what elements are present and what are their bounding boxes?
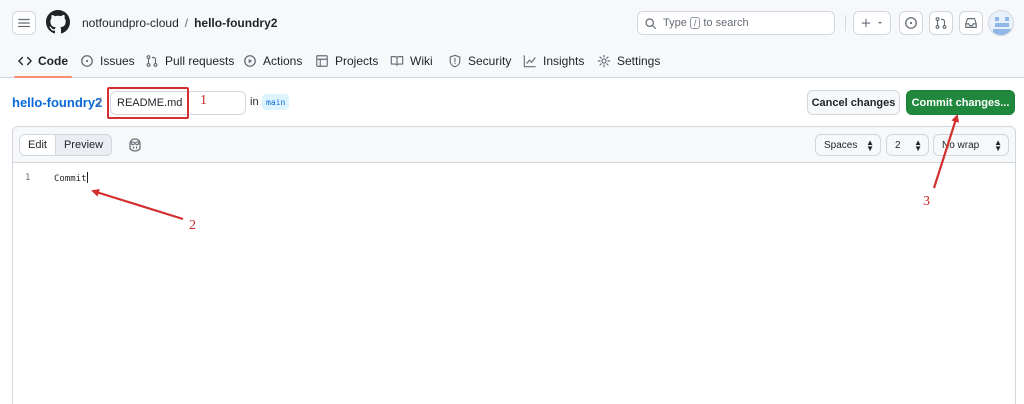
select-caret-icon: ▲ ▼ [866,138,874,153]
edit-preview-toggle: Edit Preview [19,134,113,156]
path-separator: / [98,95,102,110]
top-bar: notfoundpro-cloud / hello-foundry2 Type / … [0,0,1024,44]
code-line[interactable]: Commit [54,172,88,184]
copilot-icon[interactable] [127,137,143,153]
app-header: notfoundpro-cloud / hello-foundry2 Type / … [0,0,1024,78]
gear-icon [597,54,611,68]
search-input[interactable]: Type / to search [637,11,835,35]
tab-security-label: Security [468,54,512,68]
tab-projects[interactable]: Projects [315,44,378,78]
breadcrumb-separator: / [184,16,189,30]
chevron-down-icon [878,22,882,24]
tab-projects-label: Projects [335,54,379,68]
tab-pull-requests[interactable]: Pull requests [145,44,234,78]
plus-icon [861,18,871,28]
repo-nav-tabs: Code Issues Pull requests Actions Projec… [0,44,1024,78]
tab-settings[interactable]: Settings [597,44,660,78]
menu-button[interactable] [12,11,36,35]
indent-mode-value: Spaces [824,139,858,151]
commit-changes-button[interactable]: Commit changes... [906,90,1015,115]
branch-badge: main [262,94,290,110]
annotation-number-3: 3 [923,194,930,209]
code-line-text: Commit [54,174,87,184]
create-new-button[interactable] [853,11,891,35]
select-caret-icon: ▲ ▼ [994,138,1002,153]
user-avatar[interactable] [988,10,1014,36]
inbox-button[interactable] [959,11,983,35]
graph-icon [523,55,536,68]
cancel-changes-button[interactable]: Cancel changes [807,90,900,115]
tab-insights[interactable]: Insights [523,44,584,78]
search-icon [645,17,656,29]
issue-opened-icon [905,17,917,29]
shield-icon [449,54,461,68]
avatar-identicon-icon [989,11,1013,35]
editor-toolbar: Edit Preview Spaces ▲ ▼ 2 ▲ ▼ No wrap ▲ ▼ [13,127,1015,163]
tab-edit[interactable]: Edit [20,135,56,155]
tab-issues-label: Issues [100,54,135,68]
book-icon [390,56,404,66]
tab-preview[interactable]: Preview [56,135,111,155]
pull-request-icon [146,55,158,67]
indent-mode-select[interactable]: Spaces ▲ ▼ [815,134,881,156]
annotation-number-1: 1 [200,93,207,108]
tab-wiki[interactable]: Wiki [390,44,433,78]
tab-code-label: Code [38,54,68,68]
pull-requests-shortcut-button[interactable] [929,11,953,35]
issue-icon [81,55,93,67]
tab-actions[interactable]: Actions [243,44,302,78]
breadcrumb-owner[interactable]: notfoundpro-cloud [82,16,179,30]
annotation-highlight-box [107,87,189,119]
wrap-mode-select[interactable]: No wrap ▲ ▼ [933,134,1009,156]
tab-actions-label: Actions [263,54,303,68]
indent-size-value: 2 [895,139,901,151]
search-prefix: Type [663,17,687,29]
line-number: 1 [25,173,31,183]
annotation-number-2: 2 [189,218,196,233]
inbox-icon [965,18,977,28]
tab-security[interactable]: Security [448,44,511,78]
tab-wiki-label: Wiki [410,54,433,68]
tab-pull-requests-label: Pull requests [165,54,235,68]
search-shortcut-key: / [689,17,701,29]
breadcrumb-repo[interactable]: hello-foundry2 [194,16,277,30]
code-editor: Edit Preview Spaces ▲ ▼ 2 ▲ ▼ No wrap ▲ ▼ 1… [12,126,1016,404]
branch-in-label: in [250,96,259,108]
table-icon [316,55,328,67]
tab-settings-label: Settings [617,54,661,68]
header-divider [845,15,846,31]
play-icon [244,55,256,67]
tab-issues[interactable]: Issues [80,44,135,78]
tab-insights-label: Insights [543,54,585,68]
pull-request-icon [935,17,947,29]
text-cursor [86,172,88,183]
select-caret-icon: ▲ ▼ [914,138,922,153]
tab-code[interactable]: Code [14,44,72,78]
indent-size-select[interactable]: 2 ▲ ▼ [886,134,929,156]
code-icon [18,56,32,66]
repo-link[interactable]: hello-foundry2 [12,95,102,110]
issues-shortcut-button[interactable] [899,11,923,35]
breadcrumb: notfoundpro-cloud / hello-foundry2 [82,16,277,30]
search-suffix: to search [703,17,749,29]
github-logo-icon[interactable] [46,10,70,34]
hamburger-icon [18,18,30,28]
wrap-mode-value: No wrap [942,139,980,151]
